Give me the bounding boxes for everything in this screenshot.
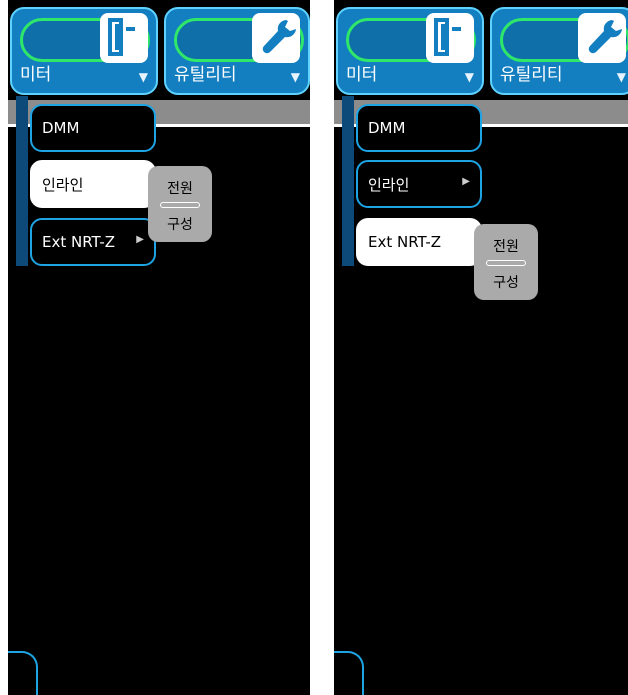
meter-button[interactable]: 미터 ▼	[336, 7, 484, 95]
utility-label: 유틸리티	[174, 65, 237, 85]
chevron-down-icon: ▼	[290, 70, 300, 84]
meter-label: 미터	[20, 65, 52, 85]
submenu: 전원 구성	[474, 224, 538, 300]
arrow-right-icon: ▶	[136, 234, 144, 245]
menu-item-ext-nrt-z[interactable]: Ext NRT-Z	[356, 218, 482, 266]
meter-icon	[426, 13, 474, 63]
menu-item-label: DMM	[368, 119, 406, 137]
wrench-icon	[578, 13, 626, 63]
submenu-power[interactable]: 전원	[148, 178, 212, 198]
utility-button[interactable]: 유틸리티 ▼	[164, 7, 310, 95]
chevron-down-icon: ▼	[464, 70, 474, 84]
left-panel: 미터 ▼ 유틸리티 ▼ DMM 인라인 Ext NRT-Z ▶ 전원 구성	[8, 0, 310, 695]
meter-button[interactable]: 미터 ▼	[10, 7, 158, 95]
submenu-config[interactable]: 구성	[148, 214, 212, 234]
submenu-power[interactable]: 전원	[474, 236, 538, 256]
submenu-separator	[160, 202, 200, 208]
menu-item-label: DMM	[42, 119, 80, 137]
menu-strip	[16, 96, 28, 266]
arrow-right-icon: ▶	[462, 176, 470, 187]
chevron-down-icon: ▼	[138, 70, 148, 84]
chevron-down-icon: ▼	[616, 70, 626, 84]
meter-icon	[100, 13, 148, 63]
menu-item-dmm[interactable]: DMM	[30, 104, 156, 152]
menu-strip	[342, 96, 354, 266]
corner-button[interactable]	[8, 651, 38, 695]
utility-button[interactable]: 유틸리티 ▼	[490, 7, 628, 95]
submenu-separator	[486, 260, 526, 266]
menu-item-inline[interactable]: 인라인	[30, 160, 156, 208]
menu-item-inline[interactable]: 인라인 ▶	[356, 160, 482, 208]
corner-button[interactable]	[334, 651, 364, 695]
submenu: 전원 구성	[148, 166, 212, 242]
utility-label: 유틸리티	[500, 65, 563, 85]
menu-item-label: 인라인	[42, 175, 84, 194]
menu-item-label: Ext NRT-Z	[42, 233, 116, 251]
meter-label: 미터	[346, 65, 378, 85]
submenu-config[interactable]: 구성	[474, 272, 538, 292]
menu-item-label: Ext NRT-Z	[368, 233, 442, 251]
menu-item-label: 인라인	[368, 175, 410, 194]
menu-item-dmm[interactable]: DMM	[356, 104, 482, 152]
right-panel: 미터 ▼ 유틸리티 ▼ DMM 인라인 ▶ Ext NRT-Z 전원 구성	[334, 0, 628, 695]
wrench-icon	[252, 13, 300, 63]
menu-item-ext-nrt-z[interactable]: Ext NRT-Z ▶	[30, 218, 156, 266]
